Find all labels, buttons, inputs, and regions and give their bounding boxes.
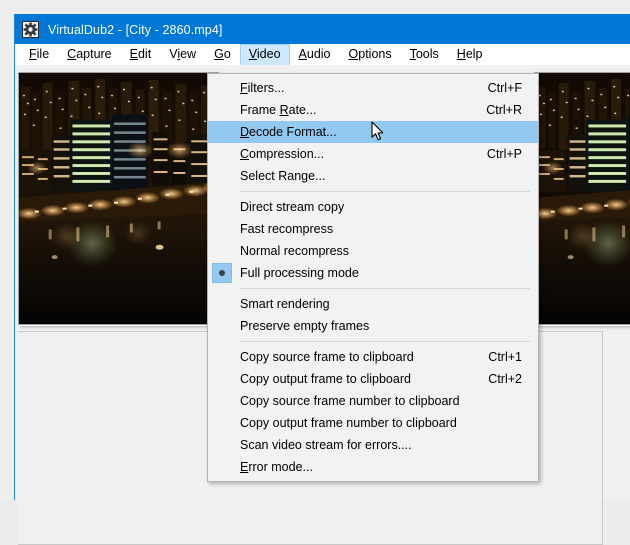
menu-item-label: Direct stream copy — [240, 200, 345, 214]
menu-item-label: Error mode... — [240, 460, 313, 474]
menubar-item-view[interactable]: View — [160, 44, 205, 65]
menu-separator — [240, 288, 530, 289]
menu-item-gutter — [208, 368, 240, 390]
menu-item-gutter — [208, 77, 240, 99]
menu-item-gutter — [208, 293, 240, 315]
menu-item-gutter — [208, 196, 240, 218]
menu-item-copy-source-frame-to-clipboard[interactable]: Copy source frame to clipboard Ctrl+1 — [208, 346, 538, 368]
menu-item-shortcut: Ctrl+2 — [488, 372, 522, 386]
menu-item-full-processing-mode[interactable]: Full processing mode — [208, 262, 538, 284]
menu-item-gutter — [208, 143, 240, 165]
menubar-item-label: Go — [214, 47, 231, 62]
menubar-item-label: Help — [456, 47, 483, 62]
radio-bullet-mark — [212, 263, 232, 283]
virtualdub-main-window: VirtualDub2 - [City - 2860.mp4] File Capt… — [14, 14, 630, 545]
menu-item-compression[interactable]: Compression... Ctrl+P — [208, 143, 538, 165]
menu-item-normal-recompress[interactable]: Normal recompress — [208, 240, 538, 262]
output-frame-image — [535, 73, 630, 324]
menu-item-gutter — [208, 412, 240, 434]
menubar-item-audio[interactable]: Audio — [290, 44, 340, 65]
menu-item-gutter — [208, 165, 240, 187]
desktop-background: VirtualDub2 - [City - 2860.mp4] File Capt… — [0, 0, 630, 545]
window-title: VirtualDub2 - [City - 2860.mp4] — [48, 22, 223, 37]
input-frame-image — [19, 73, 218, 324]
menu-item-shortcut: Ctrl+F — [487, 81, 522, 95]
menu-item-gutter — [208, 346, 240, 368]
menu-item-gutter — [208, 240, 240, 262]
menu-bar: File Capture Edit View Go Video Audio Options To… — [15, 44, 630, 65]
menubar-item-label: View — [169, 47, 197, 62]
menu-item-label: Copy source frame to clipboard — [240, 350, 414, 364]
menu-item-label: Filters... — [240, 81, 285, 95]
menu-item-label: Preserve empty frames — [240, 319, 370, 333]
menu-item-gutter — [208, 390, 240, 412]
menu-separator — [240, 341, 530, 342]
menubar-item-label: File — [29, 47, 50, 62]
title-bar: VirtualDub2 - [City - 2860.mp4] — [15, 15, 630, 44]
menu-item-label: Copy output frame number to clipboard — [240, 416, 457, 430]
menu-item-copy-output-frame-number-to-clipboard[interactable]: Copy output frame number to clipboard — [208, 412, 538, 434]
menu-item-label: Compression... — [240, 147, 325, 161]
menu-item-copy-output-frame-to-clipboard[interactable]: Copy output frame to clipboard Ctrl+2 — [208, 368, 538, 390]
menu-item-select-range[interactable]: Select Range... — [208, 165, 538, 187]
menubar-item-tools[interactable]: Tools — [401, 44, 448, 65]
menu-item-fast-recompress[interactable]: Fast recompress — [208, 218, 538, 240]
menubar-item-label: Capture — [67, 47, 112, 62]
output-video-pane[interactable] — [534, 72, 630, 325]
menu-item-error-mode[interactable]: Error mode... — [208, 456, 538, 478]
menu-item-label: Decode Format... — [240, 125, 337, 139]
input-video-pane[interactable] — [18, 72, 219, 325]
menu-item-smart-rendering[interactable]: Smart rendering — [208, 293, 538, 315]
client-area: Filters... Ctrl+F Frame Rate... Ctrl+R Decod… — [15, 65, 630, 545]
menu-item-label: Copy source frame number to clipboard — [240, 394, 460, 408]
menu-item-shortcut: Ctrl+R — [486, 103, 522, 117]
menu-item-shortcut: Ctrl+P — [486, 147, 522, 161]
menubar-item-capture[interactable]: Capture — [58, 44, 120, 65]
menubar-item-label: Video — [248, 47, 281, 62]
menu-item-gutter — [208, 121, 240, 143]
menubar-item-label: Edit — [129, 47, 152, 62]
menu-item-direct-stream-copy[interactable]: Direct stream copy — [208, 196, 538, 218]
menu-item-shortcut: Ctrl+1 — [488, 350, 522, 364]
gear-icon — [22, 21, 39, 38]
menu-item-gutter — [208, 456, 240, 478]
menu-item-label: Copy output frame to clipboard — [240, 372, 411, 386]
menu-item-preserve-empty-frames[interactable]: Preserve empty frames — [208, 315, 538, 337]
menubar-item-file[interactable]: File — [20, 44, 58, 65]
menubar-item-label: Tools — [409, 47, 439, 62]
menu-item-copy-source-frame-number-to-clipboard[interactable]: Copy source frame number to clipboard — [208, 390, 538, 412]
menu-item-gutter — [208, 218, 240, 240]
menubar-item-label: Options — [348, 47, 392, 62]
menubar-item-go[interactable]: Go — [205, 44, 240, 65]
menu-item-label: Fast recompress — [240, 222, 334, 236]
menu-item-gutter — [208, 315, 240, 337]
menubar-item-edit[interactable]: Edit — [121, 44, 161, 65]
menu-item-gutter — [208, 99, 240, 121]
menubar-item-label: Audio — [298, 47, 331, 62]
video-dropdown-menu: Filters... Ctrl+F Frame Rate... Ctrl+R Decod… — [207, 73, 539, 482]
menu-item-label: Full processing mode — [240, 266, 359, 280]
radio-bullet-icon — [208, 262, 240, 284]
menu-item-label: Frame Rate... — [240, 103, 317, 117]
menubar-item-help[interactable]: Help — [448, 44, 492, 65]
menu-item-label: Normal recompress — [240, 244, 350, 258]
menu-item-label: Smart rendering — [240, 297, 330, 311]
menubar-item-video[interactable]: Video — [239, 44, 290, 65]
menu-item-scan-video-stream-for-errors[interactable]: Scan video stream for errors.... — [208, 434, 538, 456]
menu-item-filters[interactable]: Filters... Ctrl+F — [208, 77, 538, 99]
menu-separator — [240, 191, 530, 192]
menu-item-frame-rate[interactable]: Frame Rate... Ctrl+R — [208, 99, 538, 121]
menu-item-label: Select Range... — [240, 169, 326, 183]
menu-item-label: Scan video stream for errors.... — [240, 438, 412, 452]
menu-item-gutter — [208, 434, 240, 456]
menu-item-decode-format[interactable]: Decode Format... — [208, 121, 538, 143]
menubar-item-options[interactable]: Options — [340, 44, 401, 65]
